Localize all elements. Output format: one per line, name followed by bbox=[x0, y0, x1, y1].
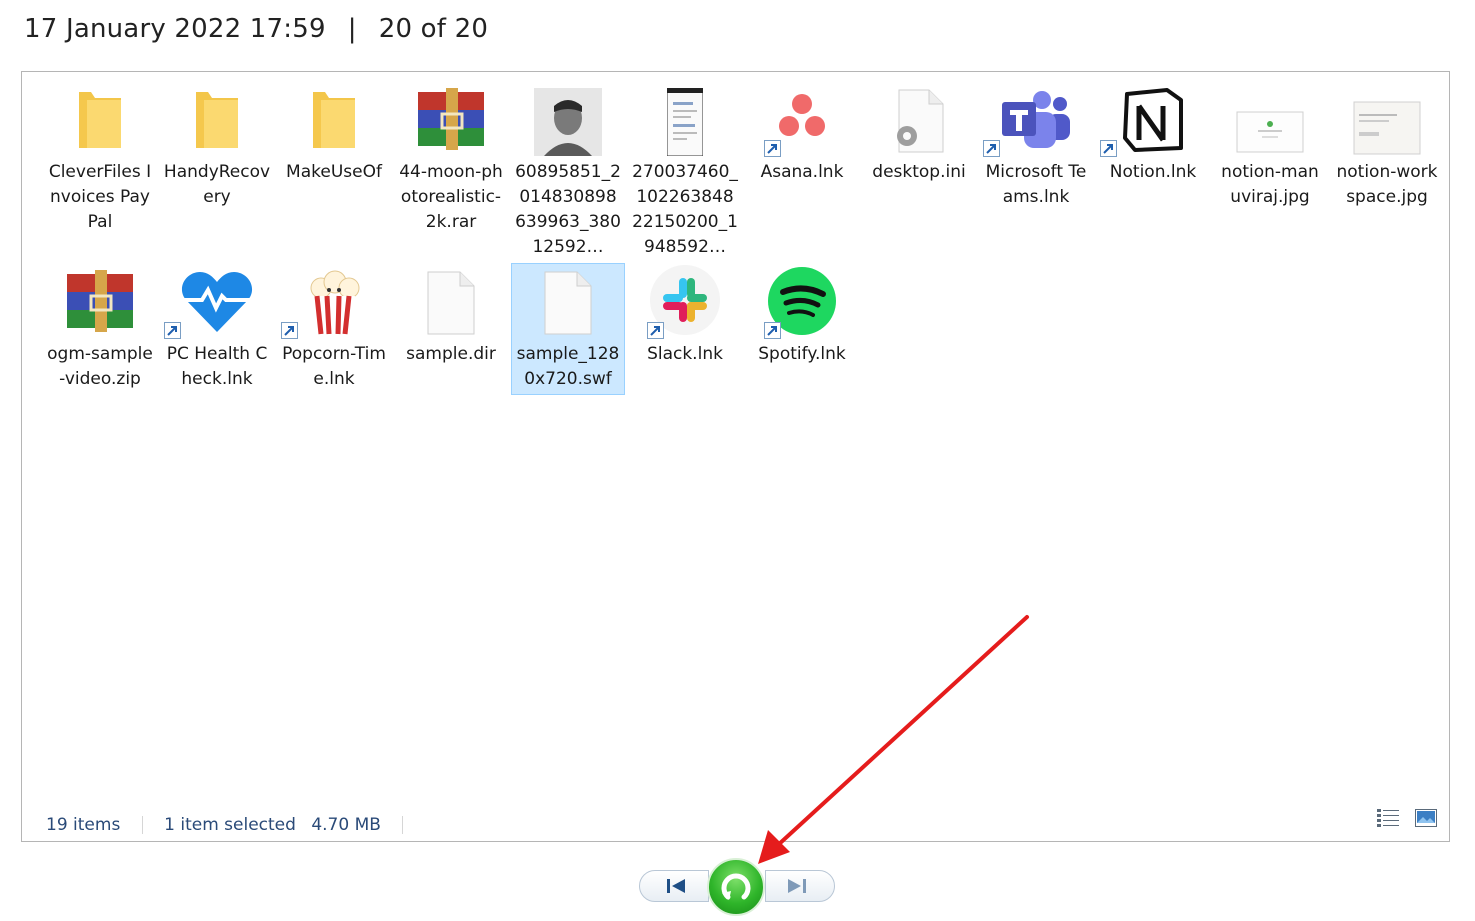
file-item[interactable]: desktop.ini bbox=[863, 82, 975, 185]
view-switcher bbox=[1365, 808, 1437, 833]
file-item[interactable]: PC Health Check.lnk bbox=[161, 264, 273, 392]
shortcut-arrow-icon bbox=[647, 322, 664, 339]
file-label: sample_1280x720.swf bbox=[516, 344, 620, 389]
file-label: desktop.ini bbox=[872, 162, 966, 182]
file-item[interactable]: Notion.lnk bbox=[1097, 82, 1209, 185]
status-divider bbox=[402, 816, 404, 834]
previous-button[interactable] bbox=[639, 870, 709, 902]
file-item[interactable]: 60895851_2014830898639963_38012592… bbox=[512, 82, 624, 260]
item-count: 19 items bbox=[46, 815, 121, 835]
restore-icon bbox=[721, 873, 751, 900]
file-item[interactable]: notion-manuviraj.jpg bbox=[1214, 82, 1326, 210]
file-browser-pane: CleverFiles Invoices PayPal HandyRecover… bbox=[21, 71, 1450, 842]
shortcut-arrow-icon bbox=[164, 322, 181, 339]
file-item[interactable]: Slack.lnk bbox=[629, 264, 741, 367]
selection-info: 1 item selected bbox=[164, 815, 296, 835]
file-item[interactable]: Microsoft Teams.lnk bbox=[980, 82, 1092, 210]
file-item[interactable]: notion-workspace.jpg bbox=[1331, 82, 1443, 210]
shortcut-arrow-icon bbox=[764, 140, 781, 157]
file-item[interactable]: ogm-sample-video.zip bbox=[44, 264, 156, 392]
file-label: 60895851_2014830898639963_38012592… bbox=[515, 162, 621, 257]
next-button[interactable] bbox=[765, 870, 835, 902]
file-item[interactable]: Spotify.lnk bbox=[746, 264, 858, 367]
selection-size: 4.70 MB bbox=[311, 815, 381, 835]
header: 17 January 2022 17:59 | 20 of 20 bbox=[24, 14, 488, 44]
file-label: ogm-sample-video.zip bbox=[47, 344, 153, 389]
file-label: notion-manuviraj.jpg bbox=[1221, 162, 1319, 207]
file-item[interactable]: HandyRecovery bbox=[161, 82, 273, 210]
shortcut-arrow-icon bbox=[281, 322, 298, 339]
snapshot-datetime: 17 January 2022 17:59 bbox=[24, 14, 326, 44]
snapshot-navigation bbox=[639, 858, 835, 916]
file-label: HandyRecovery bbox=[163, 162, 271, 207]
header-separator: | bbox=[347, 14, 357, 44]
file-label: Slack.lnk bbox=[647, 344, 723, 364]
file-label: sample.dir bbox=[406, 344, 496, 364]
file-label: 270037460_10226384822150200_1948592… bbox=[632, 162, 738, 257]
snapshot-counter: 20 of 20 bbox=[378, 14, 489, 44]
file-label: MakeUseOf bbox=[286, 162, 382, 182]
file-label: Popcorn-Time.lnk bbox=[282, 344, 386, 389]
file-item[interactable]: sample.dir bbox=[395, 264, 507, 367]
status-divider bbox=[141, 816, 143, 834]
file-label: CleverFiles Invoices PayPal bbox=[48, 162, 152, 232]
large-icons-view-icon[interactable] bbox=[1415, 809, 1437, 832]
file-item[interactable]: MakeUseOf bbox=[278, 82, 390, 185]
file-label: Asana.lnk bbox=[760, 162, 844, 182]
details-view-icon[interactable] bbox=[1376, 808, 1399, 833]
restore-button[interactable] bbox=[707, 858, 765, 916]
shortcut-arrow-icon bbox=[983, 140, 1000, 157]
shortcut-arrow-icon bbox=[764, 322, 781, 339]
status-bar: 19 items 1 item selected 4.70 MB bbox=[46, 815, 419, 835]
file-label: 44-moon-photorealistic-2k.rar bbox=[399, 162, 503, 232]
file-label: notion-workspace.jpg bbox=[1336, 162, 1438, 207]
file-label: Microsoft Teams.lnk bbox=[985, 162, 1087, 207]
file-label: Notion.lnk bbox=[1109, 162, 1197, 182]
file-item[interactable]: 270037460_10226384822150200_1948592… bbox=[629, 82, 741, 260]
file-label: PC Health Check.lnk bbox=[166, 344, 268, 389]
file-item-selected[interactable]: sample_1280x720.swf bbox=[511, 263, 625, 395]
file-item[interactable]: CleverFiles Invoices PayPal bbox=[44, 82, 156, 235]
file-label: Spotify.lnk bbox=[758, 344, 846, 364]
file-item[interactable]: 44-moon-photorealistic-2k.rar bbox=[395, 82, 507, 235]
file-item[interactable]: Popcorn-Time.lnk bbox=[278, 264, 390, 392]
file-item[interactable]: Asana.lnk bbox=[746, 82, 858, 185]
shortcut-arrow-icon bbox=[1100, 140, 1117, 157]
